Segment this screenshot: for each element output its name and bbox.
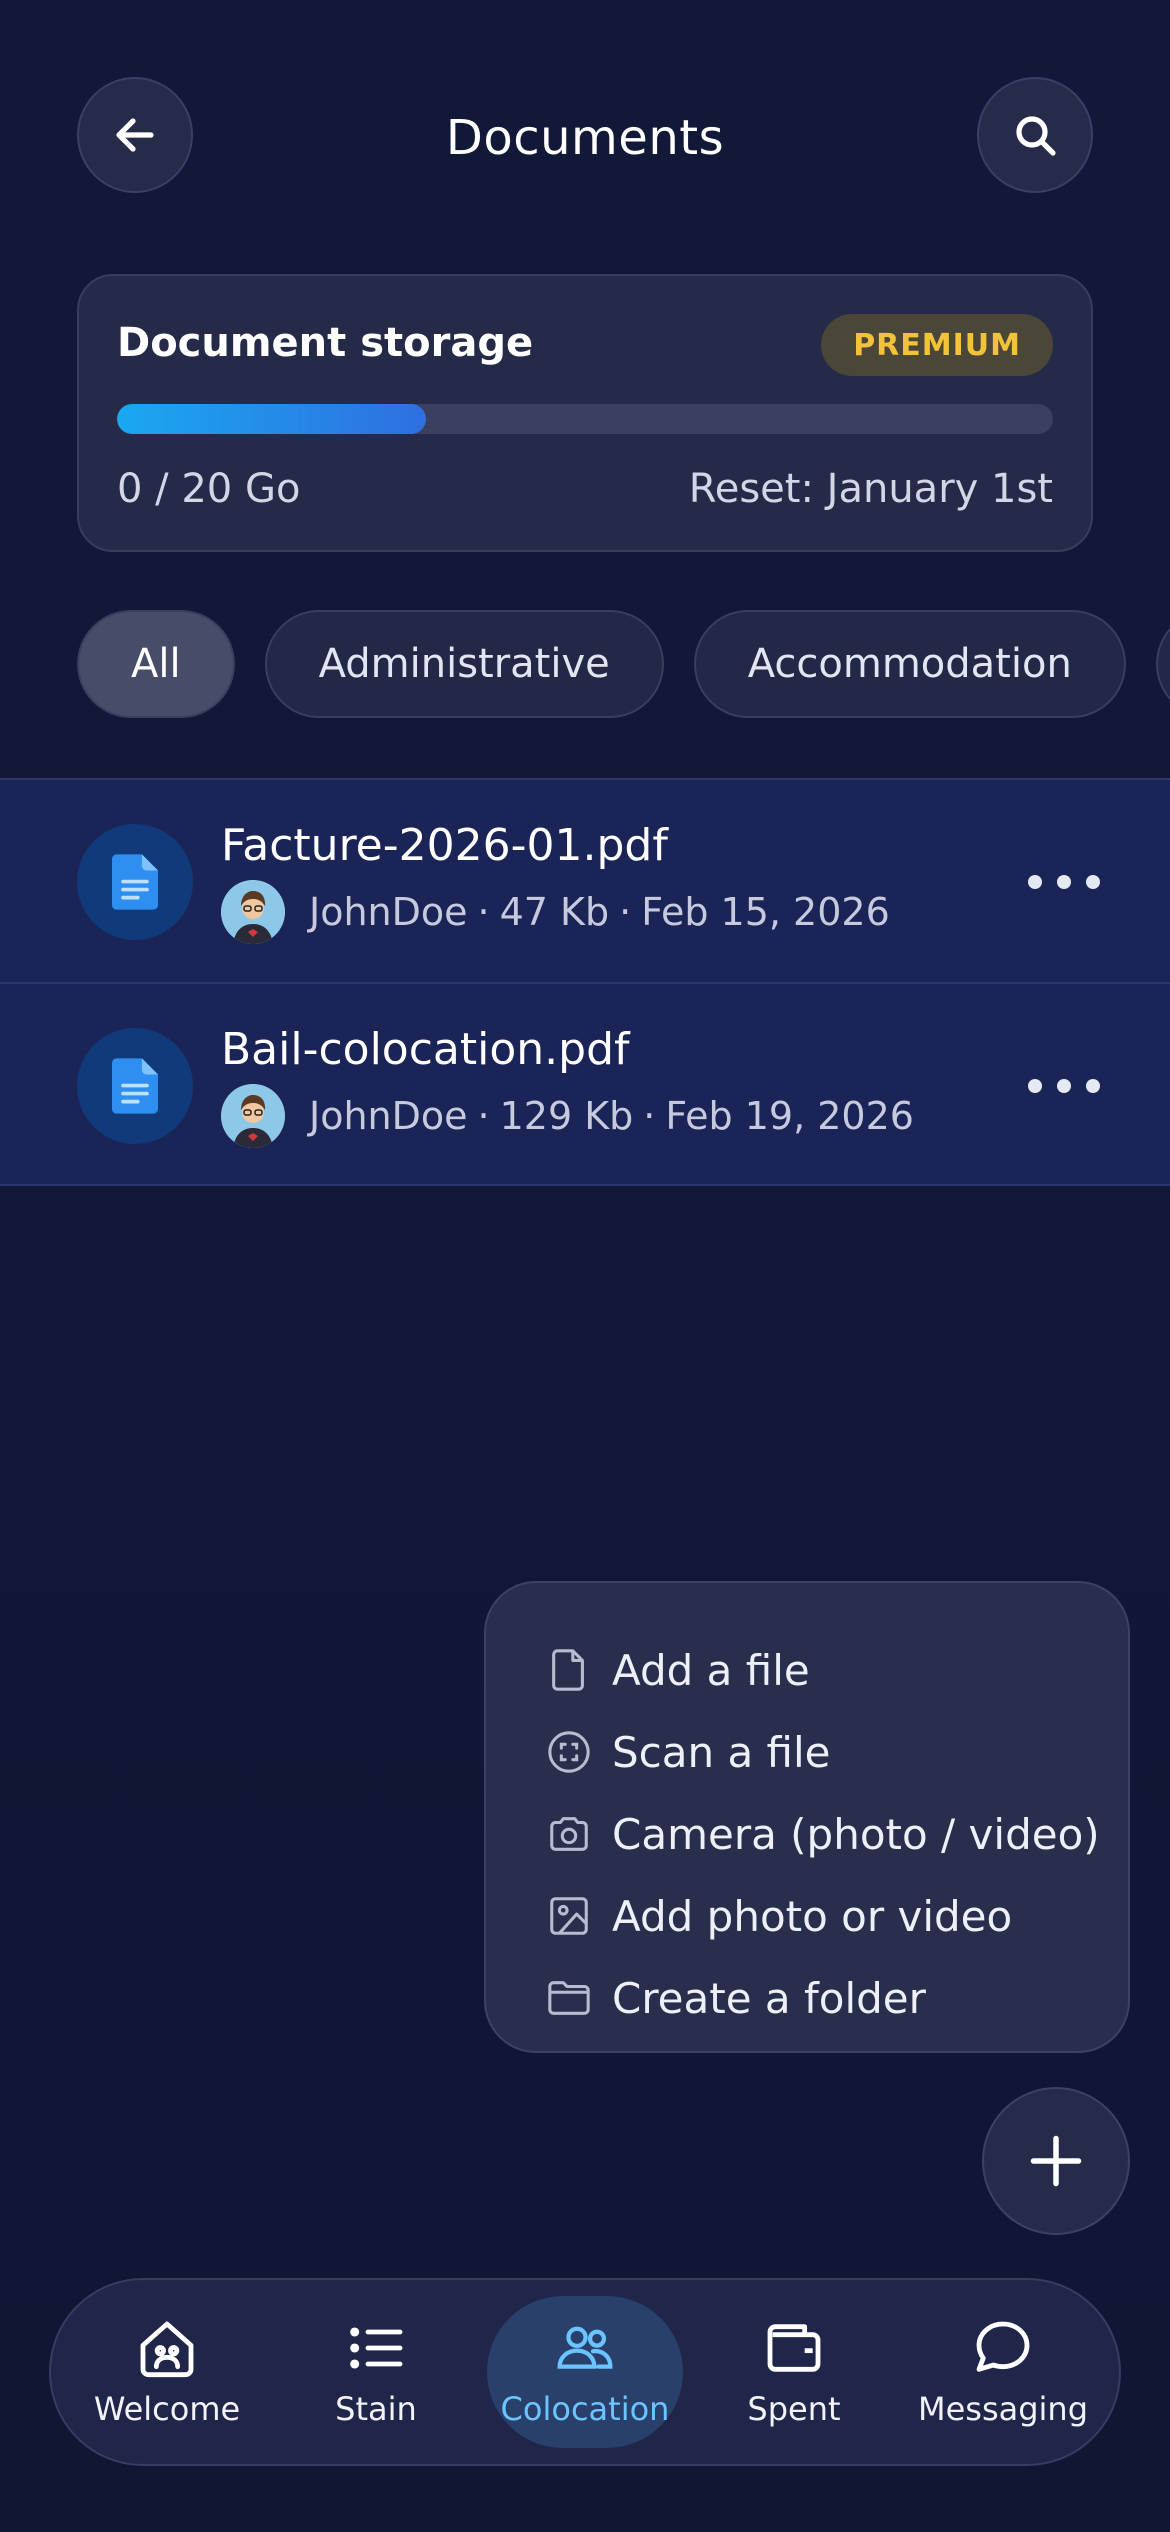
users-icon [557,2326,613,2369]
nav-label: Spent [747,2390,841,2428]
plus-icon [1030,2135,1082,2187]
menu-item-add-photo[interactable]: Add photo or video [546,1875,1128,1957]
add-menu: Add a file Scan a file Camera (photo / v… [484,1581,1130,2053]
avatar [221,880,285,944]
document-owner: JohnDoe [309,890,468,934]
meta-separator: · [477,1094,490,1138]
document-row[interactable]: Facture-2026-01.pdf JohnDoe · 47 Kb · Fe… [0,778,1170,982]
document-name: Bail-colocation.pdf [221,1024,630,1075]
menu-item-scan-file[interactable]: Scan a file [546,1711,1128,1793]
meta-separator: · [619,890,632,934]
storage-progress-fill [117,404,426,434]
document-icon [112,1058,158,1114]
storage-card: Document storage PREMIUM 0 / 20 Go Reset… [77,274,1093,552]
bottom-navigation: Welcome Stain Colocation Spent Messaging [49,2278,1121,2466]
documents-screen: Documents Document storage PREMIUM 0 / 2… [0,0,1170,2532]
document-icon-badge [77,824,193,940]
storage-progress-bar [117,404,1053,434]
meta-separator: · [643,1094,656,1138]
nav-label: Colocation [500,2390,670,2428]
list-icon [350,2327,403,2369]
avatar [221,1084,285,1148]
camera-icon [550,1817,588,1851]
document-meta: JohnDoe · 129 Kb · Feb 19, 2026 [221,1084,914,1148]
document-meta-text: JohnDoe · 47 Kb · Feb 15, 2026 [309,890,890,934]
nav-item-messaging[interactable]: Messaging [905,2296,1101,2448]
premium-badge: PREMIUM [821,314,1053,376]
image-icon [550,1897,588,1935]
filter-chips: All Administrative Accommodation S [77,610,1170,718]
nav-item-stain[interactable]: Stain [278,2296,474,2448]
user-avatar-icon [221,1084,285,1148]
document-meta: JohnDoe · 47 Kb · Feb 15, 2026 [221,880,890,944]
storage-reset-text: Reset: January 1st [688,466,1053,512]
menu-item-label: Camera (photo / video) [612,1809,1100,1859]
document-meta-text: JohnDoe · 129 Kb · Feb 19, 2026 [309,1094,914,1138]
more-options-button[interactable] [1028,1062,1100,1110]
more-dot-icon [1057,1079,1071,1093]
document-name: Facture-2026-01.pdf [221,820,668,871]
menu-item-label: Add a file [612,1645,810,1695]
menu-item-camera[interactable]: Camera (photo / video) [546,1793,1128,1875]
nav-label: Stain [335,2390,417,2428]
more-dot-icon [1028,875,1042,889]
add-button[interactable] [982,2087,1130,2235]
filter-chip-accommodation[interactable]: Accommodation [693,610,1126,718]
storage-title: Document storage [117,320,534,366]
menu-item-create-folder[interactable]: Create a folder [546,1957,1128,2039]
filter-chip-administrative[interactable]: Administrative [264,610,664,718]
document-icon [112,854,158,910]
more-dot-icon [1028,1079,1042,1093]
search-icon [1016,116,1056,156]
more-options-button[interactable] [1028,858,1100,906]
nav-item-colocation[interactable]: Colocation [487,2296,683,2448]
document-size: 129 Kb [499,1094,634,1138]
nav-item-spent[interactable]: Spent [696,2296,892,2448]
scan-icon [548,1731,590,1773]
filter-chip-all[interactable]: All [77,610,235,718]
document-size: 47 Kb [499,890,610,934]
document-date: Feb 19, 2026 [665,1094,914,1138]
menu-item-label: Create a folder [612,1973,926,2023]
storage-used-text: 0 / 20 Go [117,466,301,512]
menu-item-label: Add photo or video [612,1891,1013,1941]
more-dot-icon [1086,1079,1100,1093]
document-owner: JohnDoe [309,1094,468,1138]
meta-separator: · [477,890,490,934]
search-button[interactable] [977,77,1093,193]
home-icon [140,2321,194,2378]
more-dot-icon [1057,875,1071,889]
chat-icon [976,2321,1030,2372]
menu-item-add-file[interactable]: Add a file [546,1629,1128,1711]
document-list: Facture-2026-01.pdf JohnDoe · 47 Kb · Fe… [0,778,1170,1186]
filter-chip-more[interactable]: S [1155,610,1170,718]
document-date: Feb 15, 2026 [641,890,890,934]
document-row[interactable]: Bail-colocation.pdf JohnDoe · 129 Kb · F… [0,982,1170,1186]
user-avatar-icon [221,880,285,944]
folder-icon [548,1981,590,2015]
nav-label: Welcome [93,2390,241,2428]
wallet-icon [767,2324,821,2372]
nav-item-welcome[interactable]: Welcome [69,2296,265,2448]
document-icon-badge [77,1028,193,1144]
file-icon [552,1649,584,1691]
nav-label: Messaging [917,2390,1089,2428]
menu-item-label: Scan a file [612,1727,831,1777]
more-dot-icon [1086,875,1100,889]
